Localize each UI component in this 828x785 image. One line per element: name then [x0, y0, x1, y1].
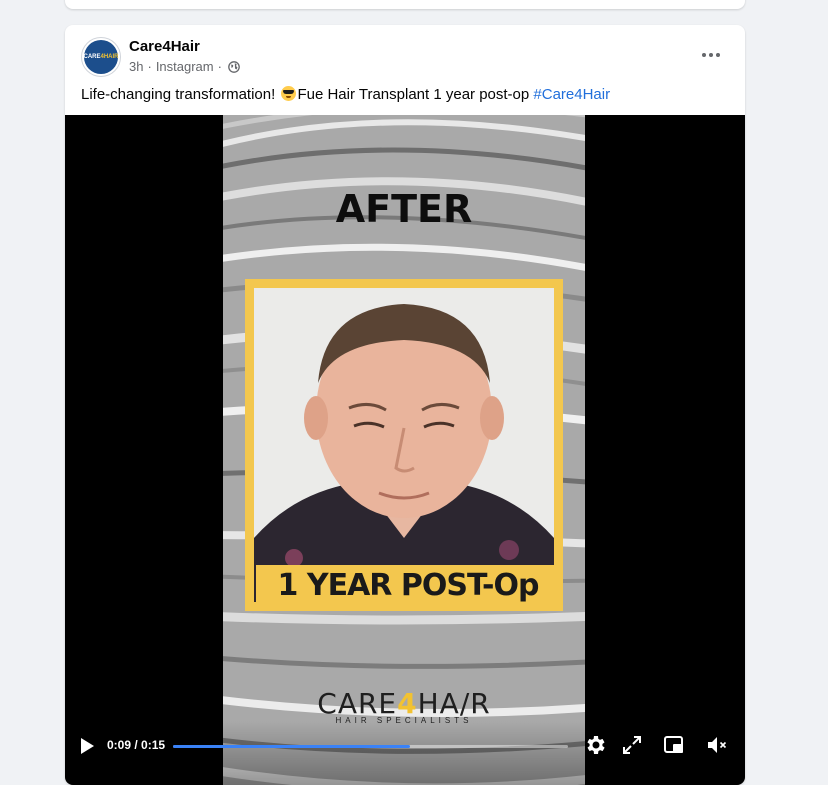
video-frame: AFTER 1 YEAR POST-Op CARE4HA/R	[223, 115, 585, 785]
after-heading: AFTER	[335, 187, 473, 231]
post-op-caption: 1 YEAR POST-Op	[256, 565, 560, 605]
previous-post-card	[65, 0, 745, 9]
page-avatar[interactable]: CARE4HAIR	[81, 37, 121, 77]
page-name-link[interactable]: Care4Hair	[129, 38, 200, 55]
more-dot	[716, 53, 720, 57]
current-time: 0:09	[107, 738, 132, 752]
avatar-text-a: CARE	[83, 54, 101, 60]
globe-icon	[228, 60, 240, 73]
play-icon[interactable]	[79, 737, 95, 755]
post-text-part-2: Fue Hair Transplant 1 year post-op	[297, 86, 534, 103]
post-source: Instagram	[155, 59, 214, 74]
patient-photo	[254, 288, 554, 602]
avatar-logo-text: CARE4HAIR	[83, 54, 118, 60]
avatar-text-b: 4HAIR	[100, 54, 119, 60]
progress-fill	[173, 745, 410, 748]
gear-icon[interactable]	[583, 733, 607, 757]
post-text-part-1: Life-changing transformation!	[81, 86, 280, 103]
meta-separator-2: ·	[217, 59, 222, 74]
more-dots-icon	[702, 53, 706, 57]
post-card: CARE4HAIR Care4Hair 3h · Instagram · Lif…	[65, 25, 745, 785]
photo-frame	[245, 279, 563, 611]
speaker-muted-icon[interactable]	[705, 733, 729, 757]
post-text: Life-changing transformation! Fue Hair T…	[81, 86, 610, 103]
progress-bar[interactable]	[173, 745, 568, 748]
patient-illustration	[254, 288, 554, 602]
hashtag-link[interactable]: #Care4Hair	[533, 86, 610, 103]
video-player[interactable]: AFTER 1 YEAR POST-Op CARE4HA/R 0:09 / 0:…	[65, 115, 745, 785]
expand-icon[interactable]	[620, 733, 644, 757]
duration: 0:15	[141, 738, 166, 752]
post-time[interactable]: 3h	[129, 59, 143, 74]
more-options-button[interactable]	[695, 41, 727, 69]
picture-in-picture-icon[interactable]	[662, 733, 686, 757]
video-time: 0:09 / 0:15	[107, 738, 165, 752]
avatar-logo: CARE4HAIR	[83, 40, 119, 74]
video-controls: 0:09 / 0:15	[65, 721, 745, 785]
sunglasses-emoji-icon	[281, 86, 297, 101]
more-dot	[709, 53, 713, 57]
time-separator: /	[131, 738, 142, 752]
post-meta: 3h · Instagram ·	[129, 59, 240, 74]
meta-separator: ·	[147, 59, 152, 74]
